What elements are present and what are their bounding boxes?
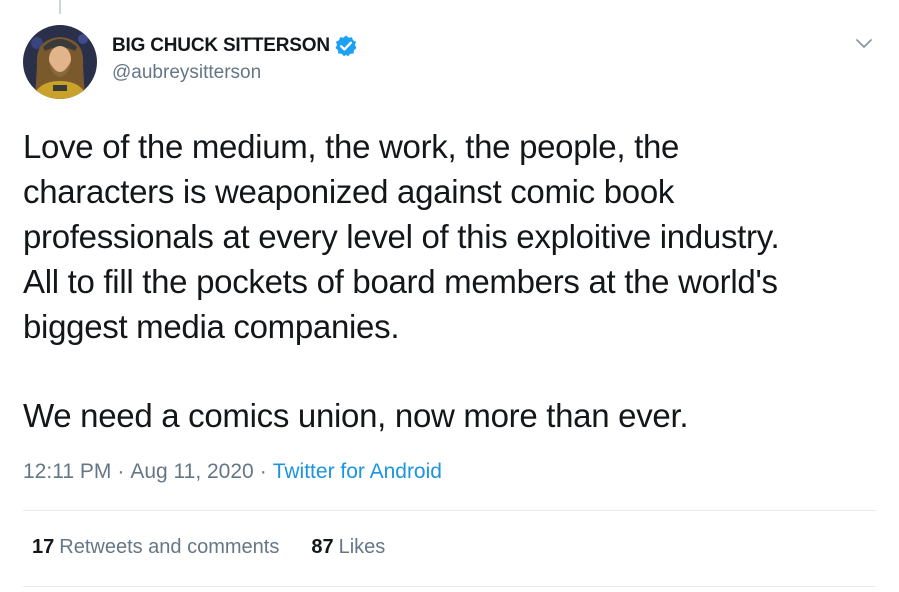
tweet-text-paragraph-2: We need a comics union, now more than ev… (23, 397, 689, 434)
tweet-header: BIG CHUCK SITTERSON @aubreysitterson (112, 32, 358, 84)
retweets-stat[interactable]: 17 Retweets and comments (32, 536, 279, 559)
retweets-label: Retweets and comments (59, 536, 280, 558)
likes-stat[interactable]: 87 Likes (311, 536, 385, 559)
meta-separator: · (259, 460, 267, 483)
tweet-source-link[interactable]: Twitter for Android (273, 460, 442, 484)
name-row: BIG CHUCK SITTERSON (112, 32, 358, 60)
thread-connector-line (59, 0, 61, 14)
avatar[interactable] (23, 25, 97, 99)
meta-separator: · (117, 460, 125, 483)
tweet-meta: 12:11 PM · Aug 11, 2020 · Twitter for An… (23, 460, 442, 484)
chevron-down-icon[interactable] (854, 34, 874, 54)
verified-badge-icon (334, 34, 358, 58)
tweet-time[interactable]: 12:11 PM (23, 460, 111, 484)
likes-count: 87 (311, 536, 334, 558)
retweets-count: 17 (32, 536, 55, 558)
likes-label: Likes (338, 536, 386, 558)
tweet-text-paragraph-1: Love of the medium, the work, the people… (23, 128, 780, 345)
display-name[interactable]: BIG CHUCK SITTERSON (112, 35, 330, 57)
divider (23, 510, 876, 511)
user-handle[interactable]: @aubreysitterson (112, 62, 358, 84)
divider (23, 586, 876, 587)
tweet-card: BIG CHUCK SITTERSON @aubreysitterson Lov… (0, 0, 899, 592)
tweet-stats: 17 Retweets and comments 87 Likes (32, 536, 385, 559)
tweet-date[interactable]: Aug 11, 2020 (130, 460, 253, 484)
avatar-image (23, 25, 97, 99)
